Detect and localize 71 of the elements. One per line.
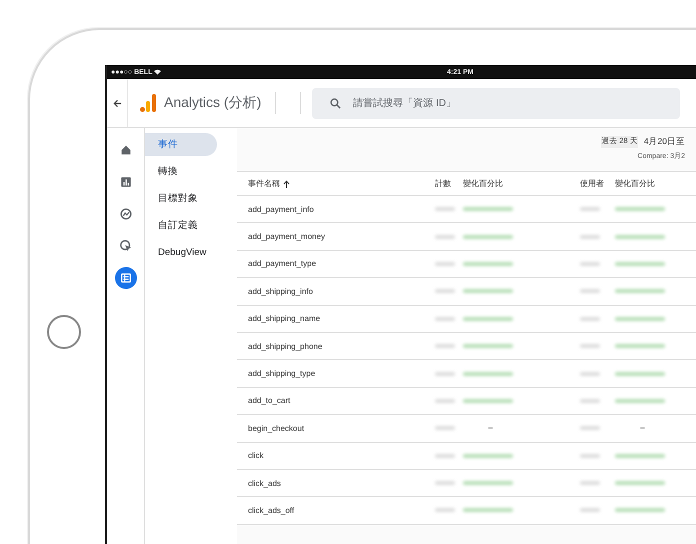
blurred-value xyxy=(435,372,455,376)
app-title: Analytics (分析) xyxy=(164,94,262,112)
blurred-value xyxy=(615,454,665,458)
nav-item[interactable]: 轉換 xyxy=(145,160,217,183)
search-field[interactable]: 請嘗試搜尋「資源 ID」 xyxy=(312,88,680,118)
blurred-value xyxy=(615,398,665,403)
blurred-value xyxy=(615,508,665,512)
blurred-value xyxy=(615,234,665,239)
blurred-value xyxy=(435,426,455,430)
search-icon xyxy=(330,98,342,108)
column-header[interactable]: 變化百分比 xyxy=(463,178,580,189)
blurred-value xyxy=(615,207,665,212)
blurred-value xyxy=(615,289,665,294)
event-name[interactable]: click xyxy=(248,451,435,460)
event-name[interactable]: click_ads xyxy=(248,478,435,488)
event-name[interactable]: add_shipping_type xyxy=(248,369,435,378)
advertising-icon xyxy=(118,239,132,253)
blurred-value xyxy=(580,234,600,239)
blurred-value xyxy=(615,262,665,266)
column-header[interactable]: 計數 xyxy=(435,178,463,189)
bar-chart-logo-icon xyxy=(140,94,156,112)
nav-item[interactable]: 自訂定義 xyxy=(145,214,217,237)
event-name[interactable]: add_shipping_info xyxy=(248,286,435,296)
event-name[interactable]: add_payment_money xyxy=(248,232,435,242)
blurred-value xyxy=(615,372,665,376)
column-header[interactable]: 事件名稱 xyxy=(248,178,435,189)
blurred-value xyxy=(580,481,600,486)
blurred-value xyxy=(435,344,455,348)
column-header[interactable]: 變化百分比 xyxy=(615,178,696,189)
blurred-value xyxy=(435,508,455,512)
event-name[interactable]: add_payment_info xyxy=(248,204,435,214)
explore-icon xyxy=(118,207,132,221)
nav-item[interactable]: 目標對象 xyxy=(145,187,217,210)
blurred-value xyxy=(580,344,600,348)
blurred-value xyxy=(615,481,665,486)
blurred-value xyxy=(580,289,600,294)
event-name[interactable]: click_ads_off xyxy=(248,506,435,515)
blurred-value xyxy=(640,427,645,430)
blurred-value xyxy=(580,508,600,512)
event-name[interactable]: add_shipping_phone xyxy=(248,342,435,351)
blurred-value xyxy=(580,454,600,458)
blurred-value xyxy=(435,454,455,458)
blurred-value xyxy=(435,316,455,321)
event-name[interactable]: begin_checkout xyxy=(248,424,435,433)
configure-nav-button[interactable] xyxy=(114,267,136,289)
event-name[interactable]: add_to_cart xyxy=(248,396,435,406)
blurred-value xyxy=(615,344,665,348)
reports-icon xyxy=(118,175,132,189)
back-arrow-icon xyxy=(112,98,122,108)
blurred-value xyxy=(580,372,600,376)
blurred-value xyxy=(580,262,600,266)
wifi-icon xyxy=(154,69,162,75)
home-icon xyxy=(118,143,132,157)
blurred-value xyxy=(435,262,455,266)
nav-item[interactable]: 事件 xyxy=(145,133,217,156)
blurred-value xyxy=(580,207,600,212)
blurred-value xyxy=(580,316,600,321)
column-header[interactable]: 使用者 xyxy=(580,178,615,189)
blurred-value xyxy=(435,398,455,403)
blurred-value xyxy=(615,316,665,321)
event-name[interactable]: add_payment_type xyxy=(248,259,435,268)
blurred-value xyxy=(435,481,455,486)
blurred-value xyxy=(580,426,600,430)
blurred-value xyxy=(435,234,455,239)
blurred-value xyxy=(435,289,455,294)
event-name[interactable]: add_shipping_name xyxy=(248,314,435,324)
nav-item[interactable]: DebugView xyxy=(145,241,217,264)
configure-icon xyxy=(118,271,132,285)
date-range-dates[interactable]: 4月20日至 xyxy=(644,136,685,148)
blurred-value xyxy=(435,207,455,212)
blurred-value xyxy=(580,398,600,403)
